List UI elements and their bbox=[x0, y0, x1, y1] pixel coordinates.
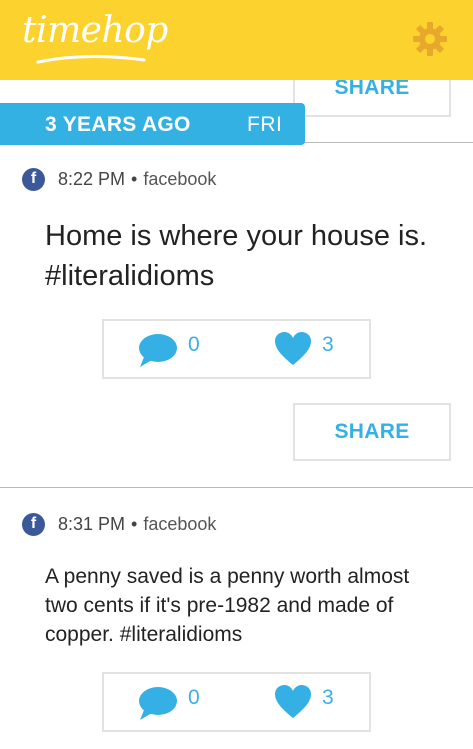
post-source[interactable]: facebook bbox=[143, 169, 216, 190]
post-time: 8:22 PM bbox=[58, 168, 126, 189]
timehop-logo[interactable]: timehop bbox=[22, 10, 168, 51]
facebook-icon: f bbox=[22, 167, 45, 191]
gear-icon[interactable] bbox=[411, 20, 449, 58]
heart-icon[interactable] bbox=[274, 684, 312, 720]
post-text: A penny saved is a penny worth almost tw… bbox=[45, 565, 410, 646]
timehop-feed: timehop SHARE 3 YEARS AGO FRI f 8:22 PM … bbox=[0, 0, 473, 749]
reaction-bar: 0 3 bbox=[102, 319, 371, 379]
logo-swoosh-icon bbox=[36, 54, 146, 64]
post-meta: f 8:31 PM • facebook bbox=[22, 512, 216, 536]
meta-separator: • bbox=[131, 168, 138, 189]
post-source[interactable]: facebook bbox=[143, 514, 216, 535]
post-meta: f 8:22 PM • facebook bbox=[22, 167, 216, 191]
meta-separator: • bbox=[131, 513, 138, 534]
like-count: 3 bbox=[322, 686, 334, 709]
comment-count: 0 bbox=[188, 333, 200, 356]
app-header: timehop bbox=[0, 0, 473, 80]
comment-icon[interactable] bbox=[138, 333, 178, 369]
post-time: 8:31 PM bbox=[58, 513, 126, 534]
facebook-icon: f bbox=[22, 512, 45, 536]
post-divider bbox=[0, 487, 473, 488]
like-count: 3 bbox=[322, 333, 334, 356]
reaction-bar: 0 3 bbox=[102, 672, 371, 732]
comment-count: 0 bbox=[188, 686, 200, 709]
heart-icon[interactable] bbox=[274, 331, 312, 367]
post-text: Home is where your house is. #literalidi… bbox=[45, 220, 427, 292]
share-button[interactable]: SHARE bbox=[293, 403, 451, 461]
comment-icon[interactable] bbox=[138, 686, 178, 722]
day-label: FRI bbox=[247, 113, 283, 136]
date-banner: 3 YEARS AGO FRI bbox=[0, 103, 305, 145]
years-ago-label: 3 YEARS AGO bbox=[45, 113, 191, 136]
